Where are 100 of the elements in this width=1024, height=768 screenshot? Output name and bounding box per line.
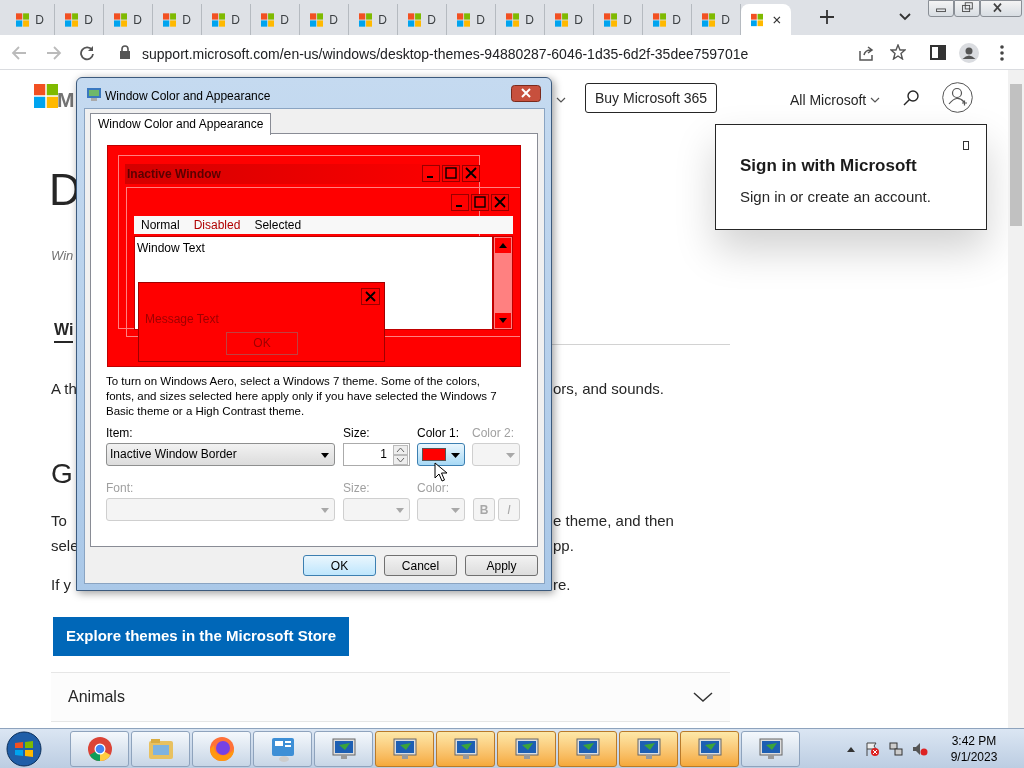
minimize-icon [451, 194, 469, 211]
paragraph-text: e theme, and then [553, 511, 674, 531]
dialog-button[interactable]: OK [303, 555, 376, 576]
microsoft-logo-icon [604, 11, 618, 28]
close-icon[interactable] [773, 14, 781, 25]
search-icon[interactable] [903, 90, 919, 106]
close-icon[interactable] [511, 85, 541, 102]
microsoft-logo-icon [261, 11, 275, 28]
mouse-cursor-icon [434, 462, 448, 482]
clock[interactable]: 3:42 PM 9/1/2023 [944, 733, 1004, 765]
speaker-muted-icon[interactable] [912, 741, 928, 757]
firefox-icon [207, 734, 236, 763]
monitor-icon [86, 86, 102, 102]
restore-icon[interactable] [954, 0, 980, 17]
scrollbar[interactable] [1008, 70, 1024, 728]
microsoft-logo-icon [359, 11, 373, 28]
show-hidden-icon[interactable] [846, 745, 856, 753]
sidebar-icon[interactable] [930, 45, 946, 60]
page-tab[interactable]: Wi [54, 318, 74, 343]
reload-icon[interactable] [79, 45, 95, 61]
field-label: Color 2: [472, 426, 515, 440]
url-text[interactable]: support.microsoft.com/en-us/windows/desktop-themes-94880287-6046-1d35-6d2f-35dee759701e [142, 44, 749, 65]
section-heading: G [51, 457, 73, 491]
browser-tab[interactable] [741, 4, 791, 35]
chevron-down-icon[interactable] [556, 97, 566, 103]
microsoft-logo-icon [702, 11, 716, 28]
scroll-down-icon [495, 313, 511, 328]
start-button-icon[interactable] [6, 730, 42, 767]
account-icon[interactable] [942, 82, 973, 113]
dialog-button[interactable]: Apply [465, 555, 538, 576]
page-subtitle: Win [51, 247, 74, 265]
taskbar-button[interactable] [497, 730, 556, 767]
popup-title: Sign in with Microsoft [740, 155, 917, 177]
chevron-down-icon[interactable] [899, 13, 911, 21]
close-icon[interactable] [963, 141, 969, 150]
paragraph-text: A th [51, 379, 77, 399]
chevron-down-icon [693, 692, 713, 702]
share-icon[interactable] [858, 45, 874, 61]
size-spinner[interactable]: 1 [343, 443, 410, 466]
store-button[interactable]: Explore themes in the Microsoft Store [53, 617, 349, 656]
field-label: Font: [106, 481, 134, 495]
taskbar-button[interactable] [436, 730, 495, 767]
taskbar-button[interactable] [680, 730, 739, 767]
microsoft-logo-icon [408, 11, 422, 28]
field-label: Color: [417, 481, 449, 495]
close-icon [462, 165, 480, 182]
dropdown-arrow-icon [321, 453, 329, 458]
microsoft-logo-icon [114, 11, 128, 28]
microsoft-logo-icon [212, 11, 226, 28]
window-title: Window Color and Appearance [105, 88, 271, 105]
microsoft-logo-icon [310, 11, 324, 28]
taskbar-button[interactable] [558, 730, 617, 767]
taskbar-button[interactable] [375, 730, 434, 767]
microsoft-logo-icon [555, 11, 569, 28]
dropdown-arrow-icon [451, 453, 460, 458]
microsoft-logo-icon [163, 11, 177, 28]
chrome-icon [85, 734, 114, 763]
taskbar-button[interactable] [253, 730, 312, 767]
menu-icon[interactable] [1000, 45, 1004, 61]
paragraph-text: To [51, 511, 67, 531]
all-microsoft-link[interactable]: All Microsoft [790, 90, 867, 111]
field-label: Item: [106, 426, 133, 440]
message-text: Message Text [145, 311, 219, 328]
taskbar-button[interactable] [619, 730, 678, 767]
buy-button[interactable]: Buy Microsoft 365 [585, 83, 718, 113]
network-icon[interactable] [888, 741, 904, 757]
spin-arrows-icon[interactable] [393, 445, 408, 465]
popup-text: Sign in or create an account. [740, 187, 931, 207]
paragraph-text: pp. [553, 536, 574, 556]
close-icon [361, 288, 380, 305]
dropdown[interactable]: Inactive Window Border [106, 443, 335, 466]
logo-text[interactable]: M [57, 84, 75, 116]
new-tab-icon[interactable] [820, 10, 834, 24]
profile-icon[interactable] [959, 43, 979, 63]
microsoft-logo-icon[interactable] [34, 84, 58, 108]
minimize-icon[interactable] [928, 0, 954, 17]
dialog-button[interactable]: Cancel [384, 555, 457, 576]
window-text: Window Text [137, 240, 205, 257]
chevron-down-icon[interactable] [870, 97, 880, 103]
field-label: Color 1: [417, 426, 460, 440]
taskbar-button[interactable] [314, 730, 373, 767]
star-icon[interactable] [890, 44, 906, 60]
close-icon [491, 194, 509, 211]
flag-icon[interactable] [864, 741, 880, 757]
dialog-tab[interactable]: Window Color and Appearance [90, 113, 272, 135]
dropdown-arrow-icon [451, 508, 460, 513]
dropdown-arrow-icon [396, 508, 404, 513]
field-label: Size: [343, 426, 370, 440]
microsoft-logo-icon [653, 11, 667, 28]
taskbar-button[interactable] [192, 730, 251, 767]
taskbar-button[interactable] [70, 730, 129, 767]
minimize-icon [422, 165, 440, 182]
taskbar-button[interactable] [741, 730, 800, 767]
color-picker[interactable] [417, 443, 465, 466]
field-label: Size: [343, 481, 370, 495]
microsoft-logo-icon [751, 11, 764, 28]
microsoft-logo-icon [506, 11, 520, 28]
paragraph-text: If y [51, 575, 71, 595]
accordion-row[interactable]: Animals [51, 672, 730, 722]
close-icon[interactable] [980, 0, 1022, 17]
